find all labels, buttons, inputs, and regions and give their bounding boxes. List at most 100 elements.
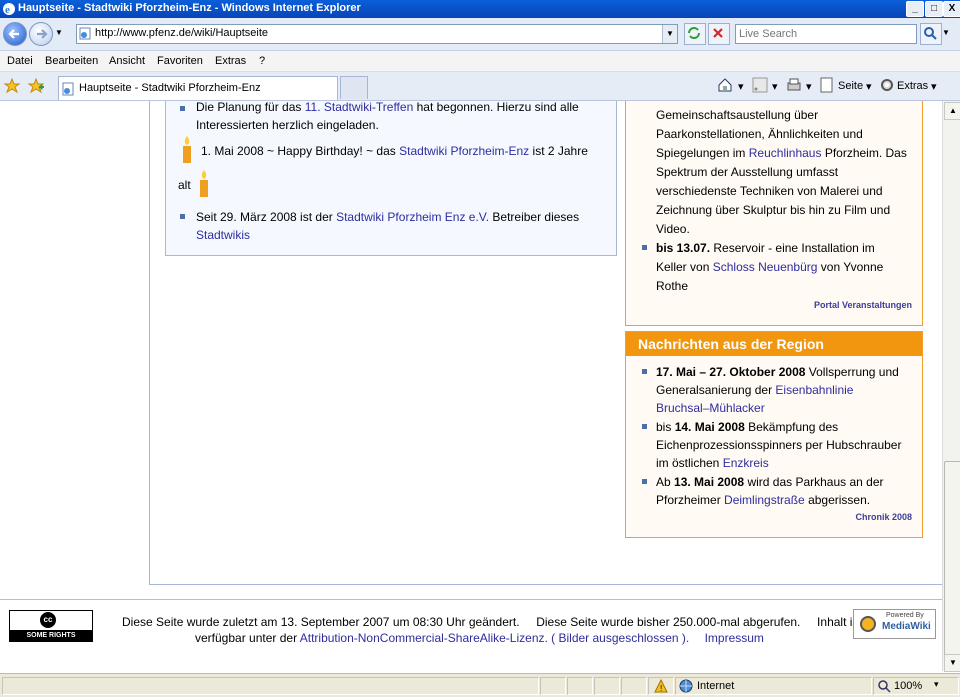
bullet: [642, 424, 647, 429]
impressum-link[interactable]: Impressum: [705, 631, 764, 645]
news-text: Pforzheimer Deimlingstraße abgerissen.: [656, 493, 871, 507]
bruchsal-muehlacker-link[interactable]: Bruchsal–Mühlacker: [656, 399, 918, 418]
zoom-dropdown-icon[interactable]: ▾: [934, 679, 939, 690]
stadtwiki-treffen-link[interactable]: 11. Stadtwiki-Treffen: [305, 101, 414, 114]
cc-icon: cc: [40, 612, 56, 628]
reuchlinhaus-link[interactable]: Reuchlinhaus: [749, 146, 822, 160]
gear-icon: [881, 79, 893, 91]
menu-favoriten[interactable]: Favoriten: [157, 55, 203, 67]
favorites-star-icon[interactable]: [4, 78, 20, 94]
eisenbahnlinie-link[interactable]: Eisenbahnlinie: [775, 383, 853, 397]
feeds-icon[interactable]: [752, 77, 768, 93]
address-url: http://www.pfenz.de/wiki/Hauptseite: [95, 27, 269, 39]
news-item: 17. Mai – 27. Oktober 2008 Vollsperrung …: [656, 365, 899, 379]
window-titlebar: e Hauptseite - Stadtwiki Pforzheim-Enz -…: [0, 0, 960, 18]
status-bar: ! Internet 100% ▾: [0, 673, 960, 697]
vertical-scrollbar[interactable]: ▲ ▼: [942, 101, 960, 672]
schloss-neuenbuerg-link[interactable]: Schloss Neuenbürg: [713, 260, 818, 274]
maximize-button[interactable]: □: [925, 1, 943, 17]
menu-datei[interactable]: Datei: [7, 55, 33, 67]
history-dropdown-icon[interactable]: ▼: [55, 28, 63, 37]
address-dropdown-icon[interactable]: ▼: [662, 25, 677, 43]
zoom-control[interactable]: 100% ▾: [873, 677, 959, 695]
content-border-left: [149, 101, 150, 584]
mediawiki-logo-icon: [860, 616, 876, 632]
svg-text:!: !: [660, 684, 662, 693]
security-warning-icon[interactable]: !: [654, 679, 668, 693]
mw-name-text: MediaWiki: [882, 621, 931, 632]
status-segment: [540, 677, 566, 695]
status-segment: !: [648, 677, 674, 695]
new-tab-button[interactable]: [340, 76, 368, 99]
status-text-area: [2, 677, 539, 695]
forward-button[interactable]: [29, 22, 53, 46]
events-box: Gemeinschaftsaustellung über Paarkonstel…: [625, 101, 923, 326]
news-item: bis 14. Mai 2008 Bekämpfung des: [656, 420, 839, 434]
announcements-box: Die Planung für das 11. Stadtwiki-Treffe…: [165, 101, 617, 256]
svg-text:e: e: [5, 4, 10, 16]
address-field[interactable]: http://www.pfenz.de/wiki/Hauptseite ▼: [76, 24, 678, 44]
portal-veranstaltungen-link[interactable]: Portal Veranstaltungen: [814, 300, 912, 310]
news-item: Ab 13. Mai 2008 wird das Parkhaus an der: [656, 475, 884, 489]
event-text: Gemeinschaftsaustellung über: [656, 108, 819, 122]
back-button[interactable]: [3, 22, 27, 46]
home-dropdown-icon[interactable]: ▾: [738, 80, 744, 93]
scroll-down-icon[interactable]: ▼: [944, 654, 960, 672]
license-link[interactable]: Attribution-NonCommercial-ShareAlike-Liz…: [300, 631, 690, 645]
menu-help[interactable]: ?: [259, 55, 265, 67]
menu-extras[interactable]: Extras: [215, 55, 246, 67]
search-input[interactable]: [736, 25, 912, 43]
footer-info: Diese Seite wurde zuletzt am 13. Septemb…: [122, 615, 862, 629]
add-favorite-icon[interactable]: [28, 78, 44, 94]
page-menu-icon: [820, 77, 833, 93]
stop-button[interactable]: [708, 23, 730, 45]
deimlingstrasse-link[interactable]: Deimlingstraße: [724, 493, 805, 507]
scroll-thumb[interactable]: [944, 461, 960, 655]
refresh-button[interactable]: [684, 23, 706, 45]
mediawiki-badge[interactable]: Powered By MediaWiki: [853, 609, 936, 639]
regional-news-box: Nachrichten aus der Region 17. Mai – 27.…: [625, 331, 923, 538]
event-text: Video.: [656, 222, 690, 236]
print-dropdown-icon[interactable]: ▾: [806, 80, 812, 93]
page-menu-dropdown-icon[interactable]: ▾: [866, 80, 872, 93]
home-icon[interactable]: [717, 77, 733, 93]
search-options-icon[interactable]: ▼: [942, 28, 950, 37]
feeds-dropdown-icon[interactable]: ▾: [772, 80, 778, 93]
verein-link[interactable]: Stadtwiki Pforzheim Enz e.V.: [336, 210, 489, 224]
refresh-icon: [688, 27, 700, 39]
mw-powered-text: Powered By: [886, 612, 924, 619]
search-box[interactable]: [735, 24, 917, 44]
close-button[interactable]: X: [943, 1, 960, 17]
menu-ansicht[interactable]: Ansicht: [109, 55, 145, 67]
page-menu[interactable]: Seite: [838, 80, 863, 92]
event-text: Zeichnung über Skulptur bis hin zu Film …: [656, 203, 891, 217]
tools-menu[interactable]: Extras: [897, 80, 928, 92]
bullet: [642, 369, 647, 374]
scroll-up-icon[interactable]: ▲: [944, 102, 960, 120]
zone-area: Internet: [675, 677, 872, 695]
creative-commons-badge[interactable]: cc SOME RIGHTS RESERVED: [9, 610, 93, 650]
news-text: im östlichen Enzkreis: [656, 456, 769, 470]
news-text: Generalsanierung der Eisenbahnlinie: [656, 383, 854, 397]
search-icon: [924, 27, 937, 40]
candle-icon: [200, 170, 208, 197]
ie-logo-icon: e: [3, 3, 15, 16]
content-border-bottom: [149, 584, 942, 585]
menu-bearbeiten[interactable]: Bearbeiten: [45, 55, 98, 67]
candle-icon: [183, 136, 191, 163]
footer-license-line: verfügbar unter der Attribution-NonComme…: [195, 631, 764, 645]
event-text: verschiedenste Techniken von Malerei und: [656, 184, 883, 198]
news-heading: Nachrichten aus der Region: [626, 332, 922, 356]
minimize-button[interactable]: _: [906, 1, 924, 17]
print-icon[interactable]: [786, 77, 802, 93]
page-content: Die Planung für das 11. Stadtwiki-Treffe…: [0, 101, 942, 657]
stadtwiki-pforzheim-enz-link[interactable]: Stadtwiki Pforzheim-Enz: [399, 144, 529, 158]
chronik-2008-link[interactable]: Chronik 2008: [855, 512, 912, 522]
globe-icon: [679, 679, 693, 693]
search-button[interactable]: [920, 23, 942, 45]
list-item-line: alt: [178, 178, 191, 192]
stadtwikis-link[interactable]: Stadtwikis: [196, 226, 606, 244]
enzkreis-link[interactable]: Enzkreis: [723, 456, 769, 470]
tab-hauptseite[interactable]: Hauptseite - Stadtwiki Pforzheim-Enz: [58, 76, 338, 100]
tools-dropdown-icon[interactable]: ▾: [931, 80, 937, 93]
